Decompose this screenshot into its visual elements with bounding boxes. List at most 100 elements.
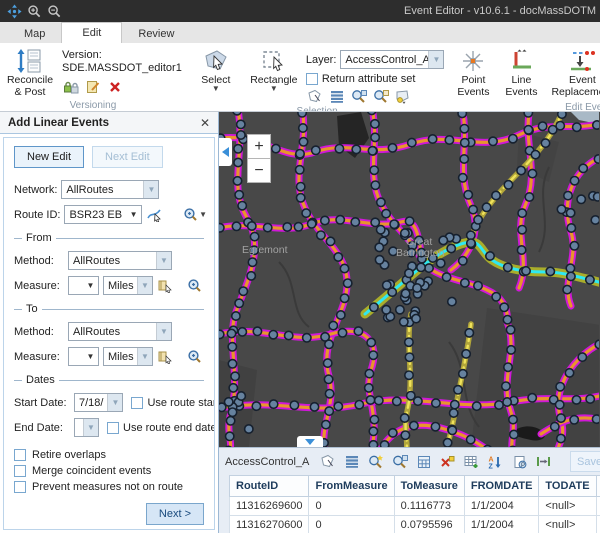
from-method-select[interactable]: AllRoutes ▼ [68, 251, 172, 270]
event-point-marker[interactable] [461, 279, 469, 287]
event-point-marker[interactable] [308, 220, 316, 228]
event-point-marker[interactable] [338, 329, 346, 337]
event-point-marker[interactable] [383, 281, 391, 289]
line-events-button[interactable]: Line Events [500, 46, 542, 99]
event-point-marker[interactable] [557, 414, 565, 422]
event-point-marker[interactable] [324, 359, 332, 367]
event-point-marker[interactable] [317, 231, 325, 239]
event-point-marker[interactable] [269, 331, 277, 339]
event-point-marker[interactable] [325, 407, 333, 415]
event-point-marker[interactable] [247, 272, 255, 280]
new-edit-button[interactable]: New Edit [14, 146, 84, 168]
event-point-marker[interactable] [226, 417, 234, 425]
column-header[interactable]: FROMDATE [464, 476, 539, 497]
event-point-marker[interactable] [238, 202, 246, 210]
event-point-marker[interactable] [393, 397, 401, 405]
event-point-marker[interactable] [577, 195, 585, 203]
event-point-marker[interactable] [226, 432, 234, 440]
event-point-marker[interactable] [329, 321, 337, 329]
event-point-marker[interactable] [297, 183, 305, 191]
route-line[interactable] [299, 112, 347, 447]
event-point-marker[interactable] [219, 330, 224, 338]
map-zoom-in-button[interactable]: + [247, 134, 271, 159]
event-point-marker[interactable] [464, 191, 472, 199]
event-point-marker[interactable] [367, 338, 375, 346]
table-zoom-all-button[interactable] [389, 451, 410, 472]
event-point-marker[interactable] [524, 112, 532, 117]
event-point-marker[interactable] [365, 369, 373, 377]
event-point-marker[interactable] [524, 126, 532, 134]
pan-icon[interactable] [4, 2, 24, 20]
event-point-marker[interactable] [371, 120, 379, 128]
event-point-marker[interactable] [502, 382, 510, 390]
event-point-marker[interactable] [467, 435, 475, 443]
zoom-to-layer-button[interactable] [372, 88, 390, 105]
event-point-marker[interactable] [506, 326, 514, 334]
column-header[interactable]: ACCESS [596, 476, 600, 497]
rectangle-select-button[interactable]: Rectangle ▼ [248, 46, 300, 93]
event-point-marker[interactable] [368, 147, 376, 155]
to-method-select[interactable]: AllRoutes ▼ [68, 322, 172, 341]
event-point-marker[interactable] [382, 306, 390, 314]
event-point-marker[interactable] [413, 284, 421, 292]
event-point-marker[interactable] [401, 414, 409, 422]
event-point-marker[interactable] [558, 112, 566, 118]
event-point-marker[interactable] [337, 311, 345, 319]
event-point-marker[interactable] [469, 205, 477, 213]
end-date-input[interactable]: ▼ [74, 418, 99, 437]
event-point-marker[interactable] [592, 415, 599, 423]
event-point-marker[interactable] [459, 257, 467, 265]
table-rows-button[interactable] [341, 451, 362, 472]
event-point-marker[interactable] [492, 293, 500, 301]
to-zoom-button[interactable] [186, 348, 204, 365]
from-unit-select[interactable]: Miles ▼ [103, 276, 153, 295]
event-point-marker[interactable] [405, 338, 413, 346]
event-point-marker[interactable] [344, 279, 352, 287]
event-point-marker[interactable] [396, 306, 404, 314]
event-point-marker[interactable] [557, 205, 565, 213]
event-point-marker[interactable] [401, 289, 409, 297]
event-point-marker[interactable] [235, 191, 243, 199]
event-point-marker[interactable] [377, 198, 385, 206]
event-point-marker[interactable] [570, 242, 578, 250]
point-events-button[interactable]: Point Events [452, 46, 494, 99]
column-header[interactable]: RouteID [230, 476, 309, 497]
event-point-marker[interactable] [528, 394, 536, 402]
field-calculator-button[interactable] [413, 451, 434, 472]
tab-review[interactable]: Review [122, 24, 190, 43]
event-point-marker[interactable] [408, 138, 416, 146]
event-point-marker[interactable] [570, 177, 578, 185]
event-point-marker[interactable] [504, 181, 512, 189]
attribute-table[interactable]: RouteIDFromMeasureToMeasureFROMDATETODAT… [219, 475, 600, 533]
zoom-in-icon[interactable] [24, 2, 44, 20]
event-point-marker[interactable] [253, 327, 261, 335]
event-point-marker[interactable] [369, 441, 377, 447]
event-point-marker[interactable] [551, 422, 559, 430]
from-measure-picker-button[interactable] [157, 277, 174, 294]
event-point-marker[interactable] [594, 155, 599, 163]
event-point-marker[interactable] [322, 420, 330, 428]
event-point-marker[interactable] [538, 122, 546, 130]
event-point-marker[interactable] [365, 384, 373, 392]
event-point-marker[interactable] [517, 166, 525, 174]
table-row[interactable]: 1131626960000.11167731/1/2004<null>N [230, 497, 600, 516]
event-point-marker[interactable] [375, 243, 383, 251]
event-point-marker[interactable] [448, 297, 456, 305]
map-zoom-out-button[interactable]: − [247, 158, 271, 183]
event-point-marker[interactable] [461, 139, 469, 147]
layer-select[interactable]: AccessControl_A ▼ [340, 50, 444, 69]
to-measure-input[interactable]: ▼ [68, 347, 99, 366]
event-point-marker[interactable] [431, 423, 439, 431]
event-point-marker[interactable] [518, 226, 526, 234]
event-point-marker[interactable] [525, 193, 533, 201]
event-point-marker[interactable] [594, 193, 600, 201]
event-point-marker[interactable] [227, 329, 235, 337]
event-point-marker[interactable] [400, 318, 408, 326]
event-point-marker[interactable] [371, 133, 379, 141]
event-point-marker[interactable] [563, 285, 571, 293]
event-point-marker[interactable] [510, 430, 518, 438]
event-point-marker[interactable] [303, 334, 311, 342]
zoom-to-selected-button[interactable] [350, 88, 368, 105]
event-point-marker[interactable] [439, 236, 447, 244]
event-point-marker[interactable] [509, 415, 517, 423]
